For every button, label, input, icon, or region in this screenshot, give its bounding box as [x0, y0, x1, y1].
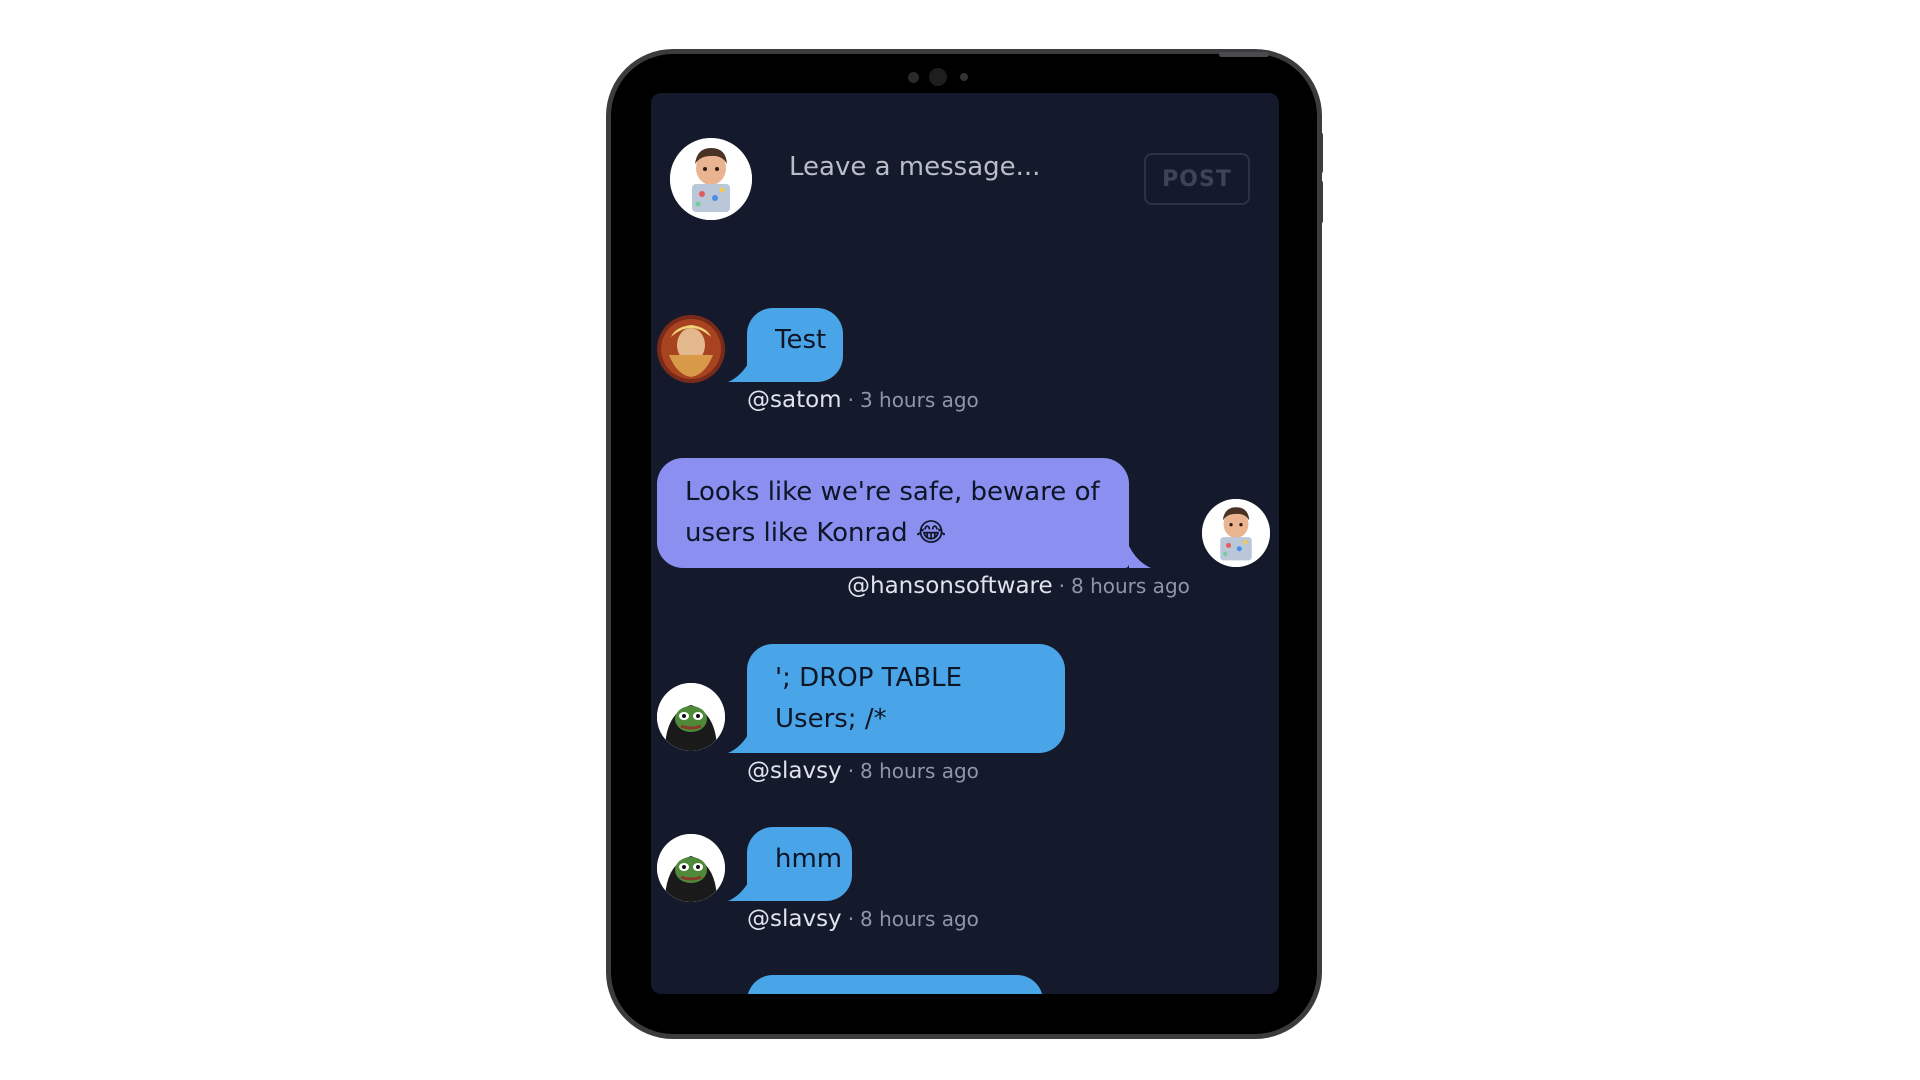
camera-lens [929, 68, 947, 86]
message-time: 8 hours ago [860, 907, 979, 931]
message-time: 8 hours ago [860, 759, 979, 783]
message-bubble-partial [747, 975, 1043, 994]
message-bubble: Test [747, 308, 843, 382]
message-handle[interactable]: @satom [747, 387, 842, 413]
message-meta: @hansonsoftware · 8 hours ago [847, 573, 1190, 599]
meta-separator: · [1058, 574, 1066, 598]
message-avatar [657, 315, 725, 383]
volume-up-button [1317, 132, 1323, 174]
post-button[interactable]: POST [1144, 153, 1250, 205]
bubble-tail [1129, 546, 1151, 568]
message-handle[interactable]: @hansonsoftware [847, 573, 1053, 599]
message-input[interactable] [787, 143, 1151, 191]
memoji-avatar-icon [1202, 499, 1270, 567]
sensor-dot [908, 72, 919, 83]
pepe-avatar-icon [657, 683, 725, 751]
satom-avatar-icon [657, 315, 725, 383]
message-handle[interactable]: @slavsy [747, 758, 842, 784]
sensor-light [960, 73, 968, 81]
volume-down-button [1317, 180, 1323, 224]
meta-separator: · [847, 907, 855, 931]
pepe-avatar-icon [657, 834, 725, 902]
message-meta: @satom · 3 hours ago [747, 387, 979, 413]
message-meta: @slavsy · 8 hours ago [747, 758, 979, 784]
memoji-avatar-icon [670, 138, 752, 220]
message-text: Looks like we're safe, beware of users l… [685, 477, 1100, 548]
top-button [1219, 52, 1269, 57]
message-text: Test [775, 325, 827, 355]
message-avatar [657, 834, 725, 902]
bubble-tail [728, 879, 750, 901]
message-avatar [1202, 499, 1270, 567]
message-text: hmm [775, 844, 843, 874]
message-time: 3 hours ago [859, 388, 979, 412]
current-user-avatar [670, 138, 752, 220]
bubble-tail [728, 360, 750, 382]
message-bubble: Looks like we're safe, beware of users l… [657, 458, 1129, 568]
bubble-tail [728, 731, 750, 753]
chat-screen: POST Test @satom·3 hours ago Looks like … [651, 93, 1279, 994]
message-handle[interactable]: @slavsy [747, 906, 842, 932]
meta-separator: · [847, 759, 855, 783]
meta-separator: · [847, 388, 854, 412]
message-meta: @slavsy · 8 hours ago [747, 906, 979, 932]
message-avatar [657, 683, 725, 751]
message-bubble: '; DROP TABLE Users; /* [747, 644, 1065, 753]
message-text: '; DROP TABLE Users; /* [775, 663, 963, 734]
message-bubble: hmm [747, 827, 852, 901]
message-time: 8 hours ago [1071, 574, 1190, 598]
